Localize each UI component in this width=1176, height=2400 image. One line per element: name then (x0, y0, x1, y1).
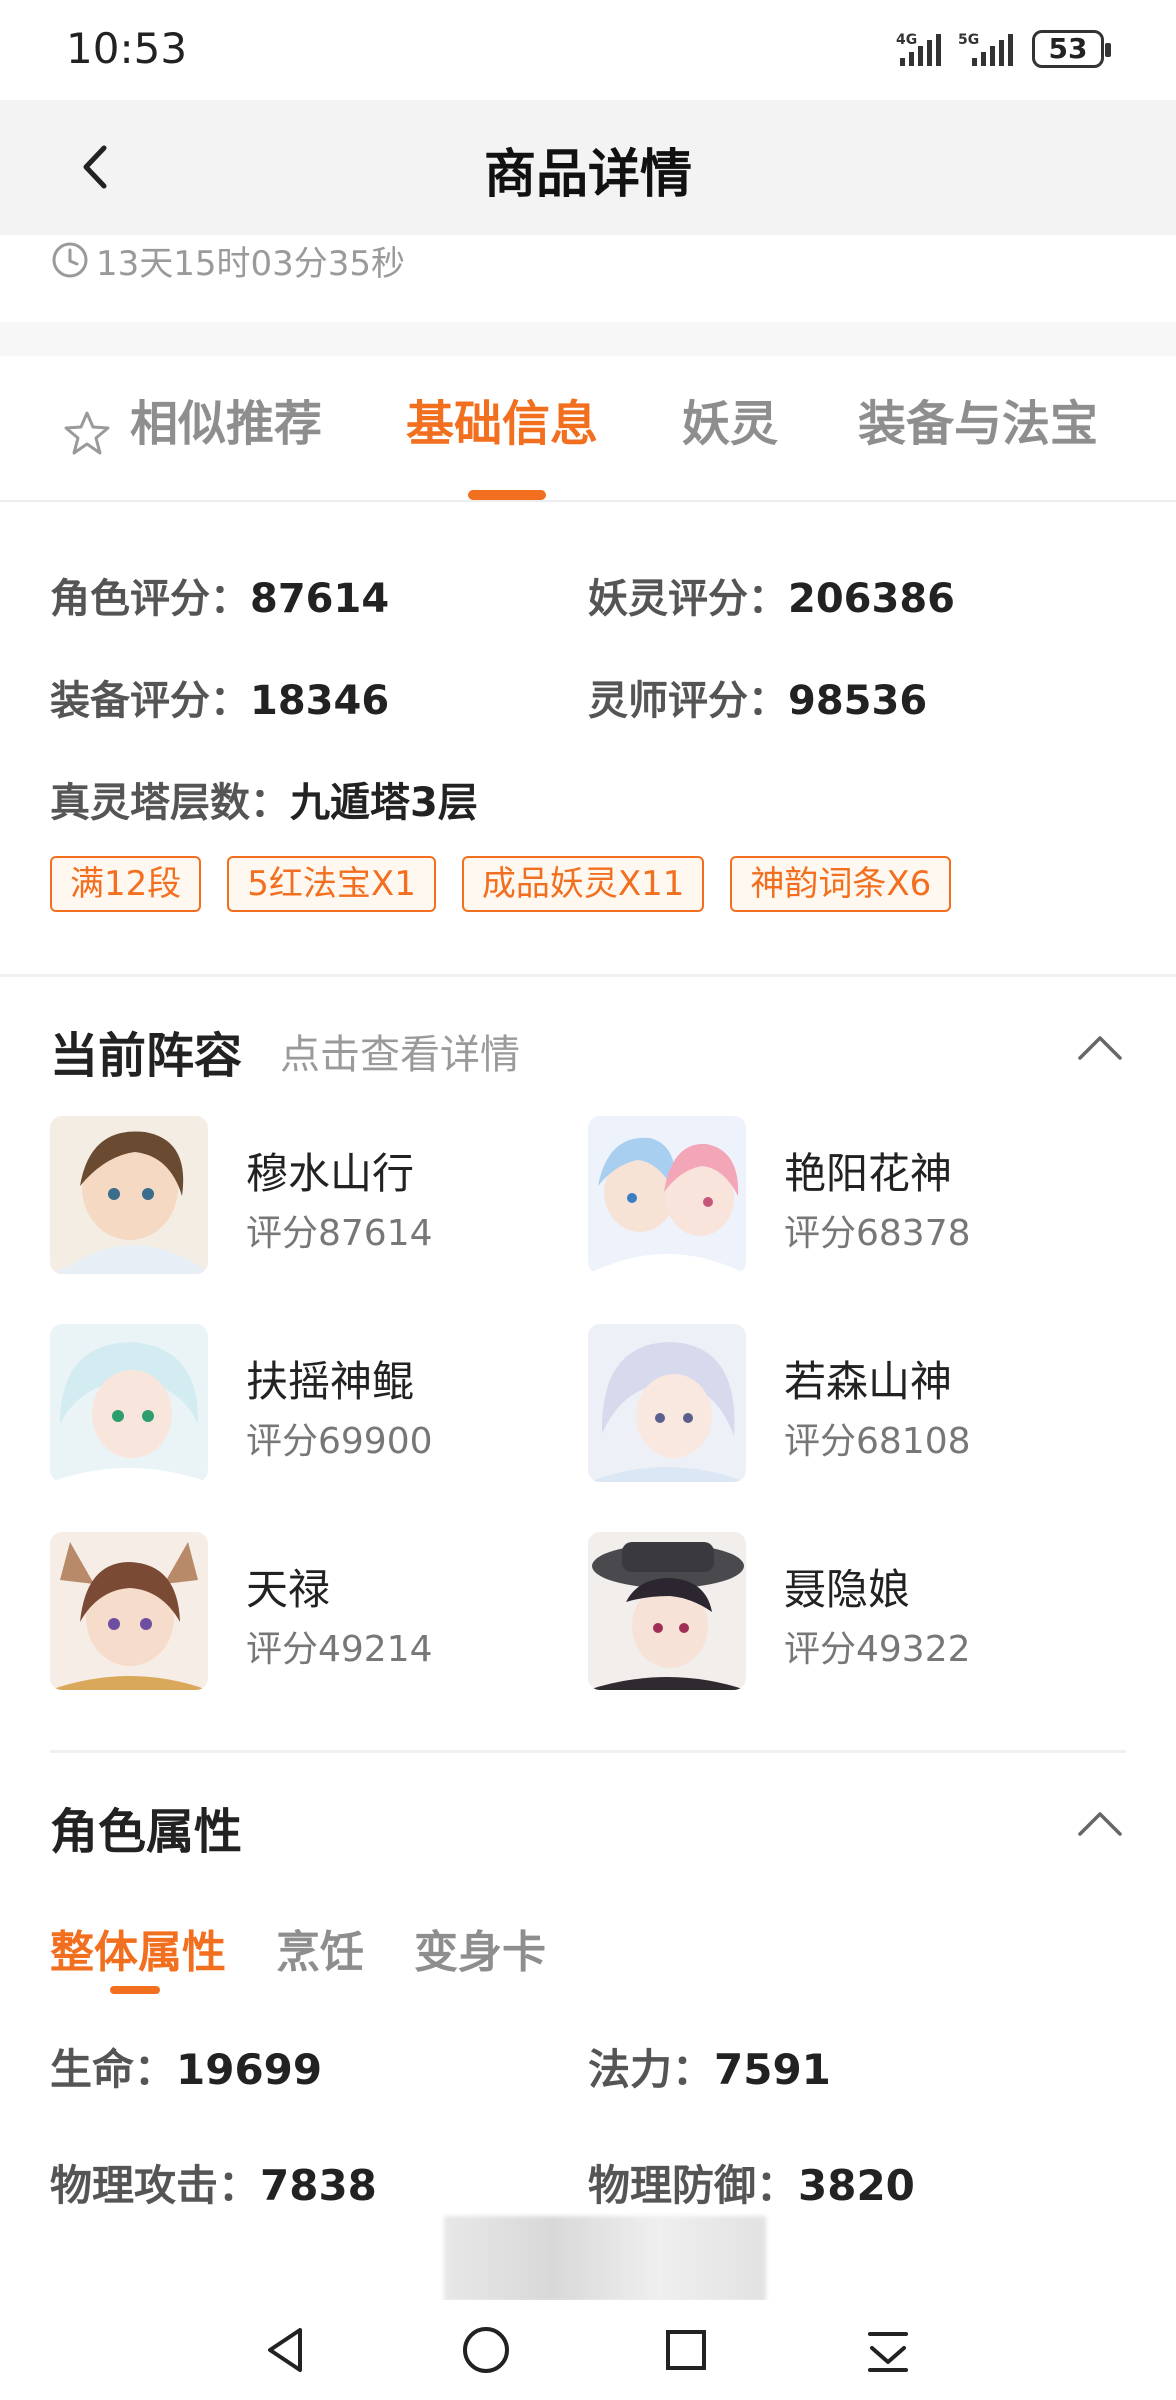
member-name: 艳阳花神 (784, 1149, 953, 1198)
character-avatar (50, 1532, 208, 1690)
lineup-member-card[interactable]: 艳阳花神 评分68378 (588, 1116, 1128, 1276)
character-avatar (50, 1324, 208, 1482)
notification-pulldown-icon[interactable] (858, 2320, 918, 2380)
battery-indicator: 53 (1032, 30, 1111, 68)
clock-icon (52, 242, 88, 278)
tab-bar: 相似推荐 基础信息 妖灵 装备与法宝 (0, 356, 1176, 502)
lineup-subtitle[interactable]: 点击查看详情 (280, 1022, 520, 1080)
status-bar: 10:53 4G 5G 53 (0, 0, 1176, 100)
countdown-text: 13天15时03分35秒 (96, 243, 406, 284)
member-name: 若森山神 (784, 1357, 953, 1406)
section-gap (0, 322, 1176, 356)
active-subtab-indicator (110, 1986, 160, 1994)
tower-level: 真灵塔层数：九遁塔3层 (50, 780, 478, 826)
attr-mp: 法力：7591 (588, 2045, 831, 2094)
lineup-title: 当前阵容 (50, 1028, 243, 1084)
member-name: 聂隐娘 (784, 1565, 911, 1614)
divider (0, 974, 1176, 977)
attr-physical-defense: 物理防御：3820 (588, 2161, 915, 2210)
chevron-up-icon[interactable] (1076, 1808, 1124, 1838)
chevron-up-icon[interactable] (1076, 1032, 1124, 1062)
tab-similar[interactable]: 相似推荐 (130, 394, 322, 454)
active-tab-indicator (468, 490, 546, 500)
tag-list: 满12段 5红法宝X1 成品妖灵X11 神韵词条X6 (50, 856, 952, 912)
top-nav-bar: 商品详情 (0, 100, 1176, 235)
tag-badge: 满12段 (50, 856, 202, 912)
member-score: 评分68378 (784, 1213, 971, 1254)
tag-badge: 成品妖灵X11 (461, 856, 705, 912)
page-title: 商品详情 (483, 145, 692, 205)
status-time: 10:53 (66, 24, 188, 73)
member-name: 扶摇神鲲 (246, 1357, 415, 1406)
star-outline-icon (64, 411, 110, 455)
member-name: 天禄 (246, 1565, 331, 1614)
role-score: 角色评分：87614 (50, 576, 390, 622)
attr-hp: 生命：19699 (50, 2045, 323, 2094)
tag-badge: 5红法宝X1 (227, 856, 436, 912)
tab-basic-info[interactable]: 基础信息 (406, 394, 598, 454)
character-avatar (50, 1116, 208, 1274)
tab-equipment[interactable]: 装备与法宝 (858, 394, 1098, 454)
lineup-member-card[interactable]: 聂隐娘 评分49322 (588, 1532, 1128, 1692)
subtab-transform-card[interactable]: 变身卡 (414, 1916, 546, 1980)
member-score: 评分69900 (246, 1421, 433, 1462)
lingshi-score: 灵师评分：98536 (588, 678, 928, 724)
tag-badge: 神韵词条X6 (730, 856, 952, 912)
member-score: 评分68108 (784, 1421, 971, 1462)
attributes-title: 角色属性 (50, 1804, 243, 1860)
svg-text:5G: 5G (958, 32, 979, 48)
blurred-overlay (444, 2216, 766, 2302)
member-score: 评分87614 (246, 1213, 433, 1254)
yaoling-score: 妖灵评分：206386 (588, 576, 955, 622)
attr-physical-attack: 物理攻击：7838 (50, 2161, 377, 2210)
system-nav-bar (0, 2300, 1176, 2400)
tab-yaoling[interactable]: 妖灵 (682, 394, 778, 454)
character-avatar (588, 1532, 746, 1690)
lineup-member-card[interactable]: 扶摇神鲲 评分69900 (50, 1324, 590, 1484)
character-avatar (588, 1324, 746, 1482)
subtab-cooking[interactable]: 烹饪 (276, 1916, 364, 1980)
lineup-member-card[interactable]: 天禄 评分49214 (50, 1532, 590, 1692)
character-avatar (588, 1116, 746, 1274)
signal-4g-icon: 4G (896, 32, 941, 66)
member-name: 穆水山行 (246, 1149, 415, 1198)
countdown-timer: 13天15时03分35秒 (50, 232, 405, 288)
lineup-member-card[interactable]: 若森山神 评分68108 (588, 1324, 1128, 1484)
member-score: 评分49322 (784, 1629, 971, 1670)
signal-5g-icon: 5G (958, 32, 1013, 66)
divider (50, 1750, 1126, 1753)
home-circle-icon[interactable] (456, 2320, 516, 2380)
recents-square-icon[interactable] (656, 2320, 716, 2380)
member-score: 评分49214 (246, 1629, 433, 1670)
svg-text:4G: 4G (896, 32, 917, 48)
back-triangle-icon[interactable] (256, 2320, 316, 2380)
equip-score: 装备评分：18346 (50, 678, 390, 724)
lineup-member-card[interactable]: 穆水山行 评分87614 (50, 1116, 590, 1276)
subtab-overall[interactable]: 整体属性 (50, 1916, 226, 1980)
